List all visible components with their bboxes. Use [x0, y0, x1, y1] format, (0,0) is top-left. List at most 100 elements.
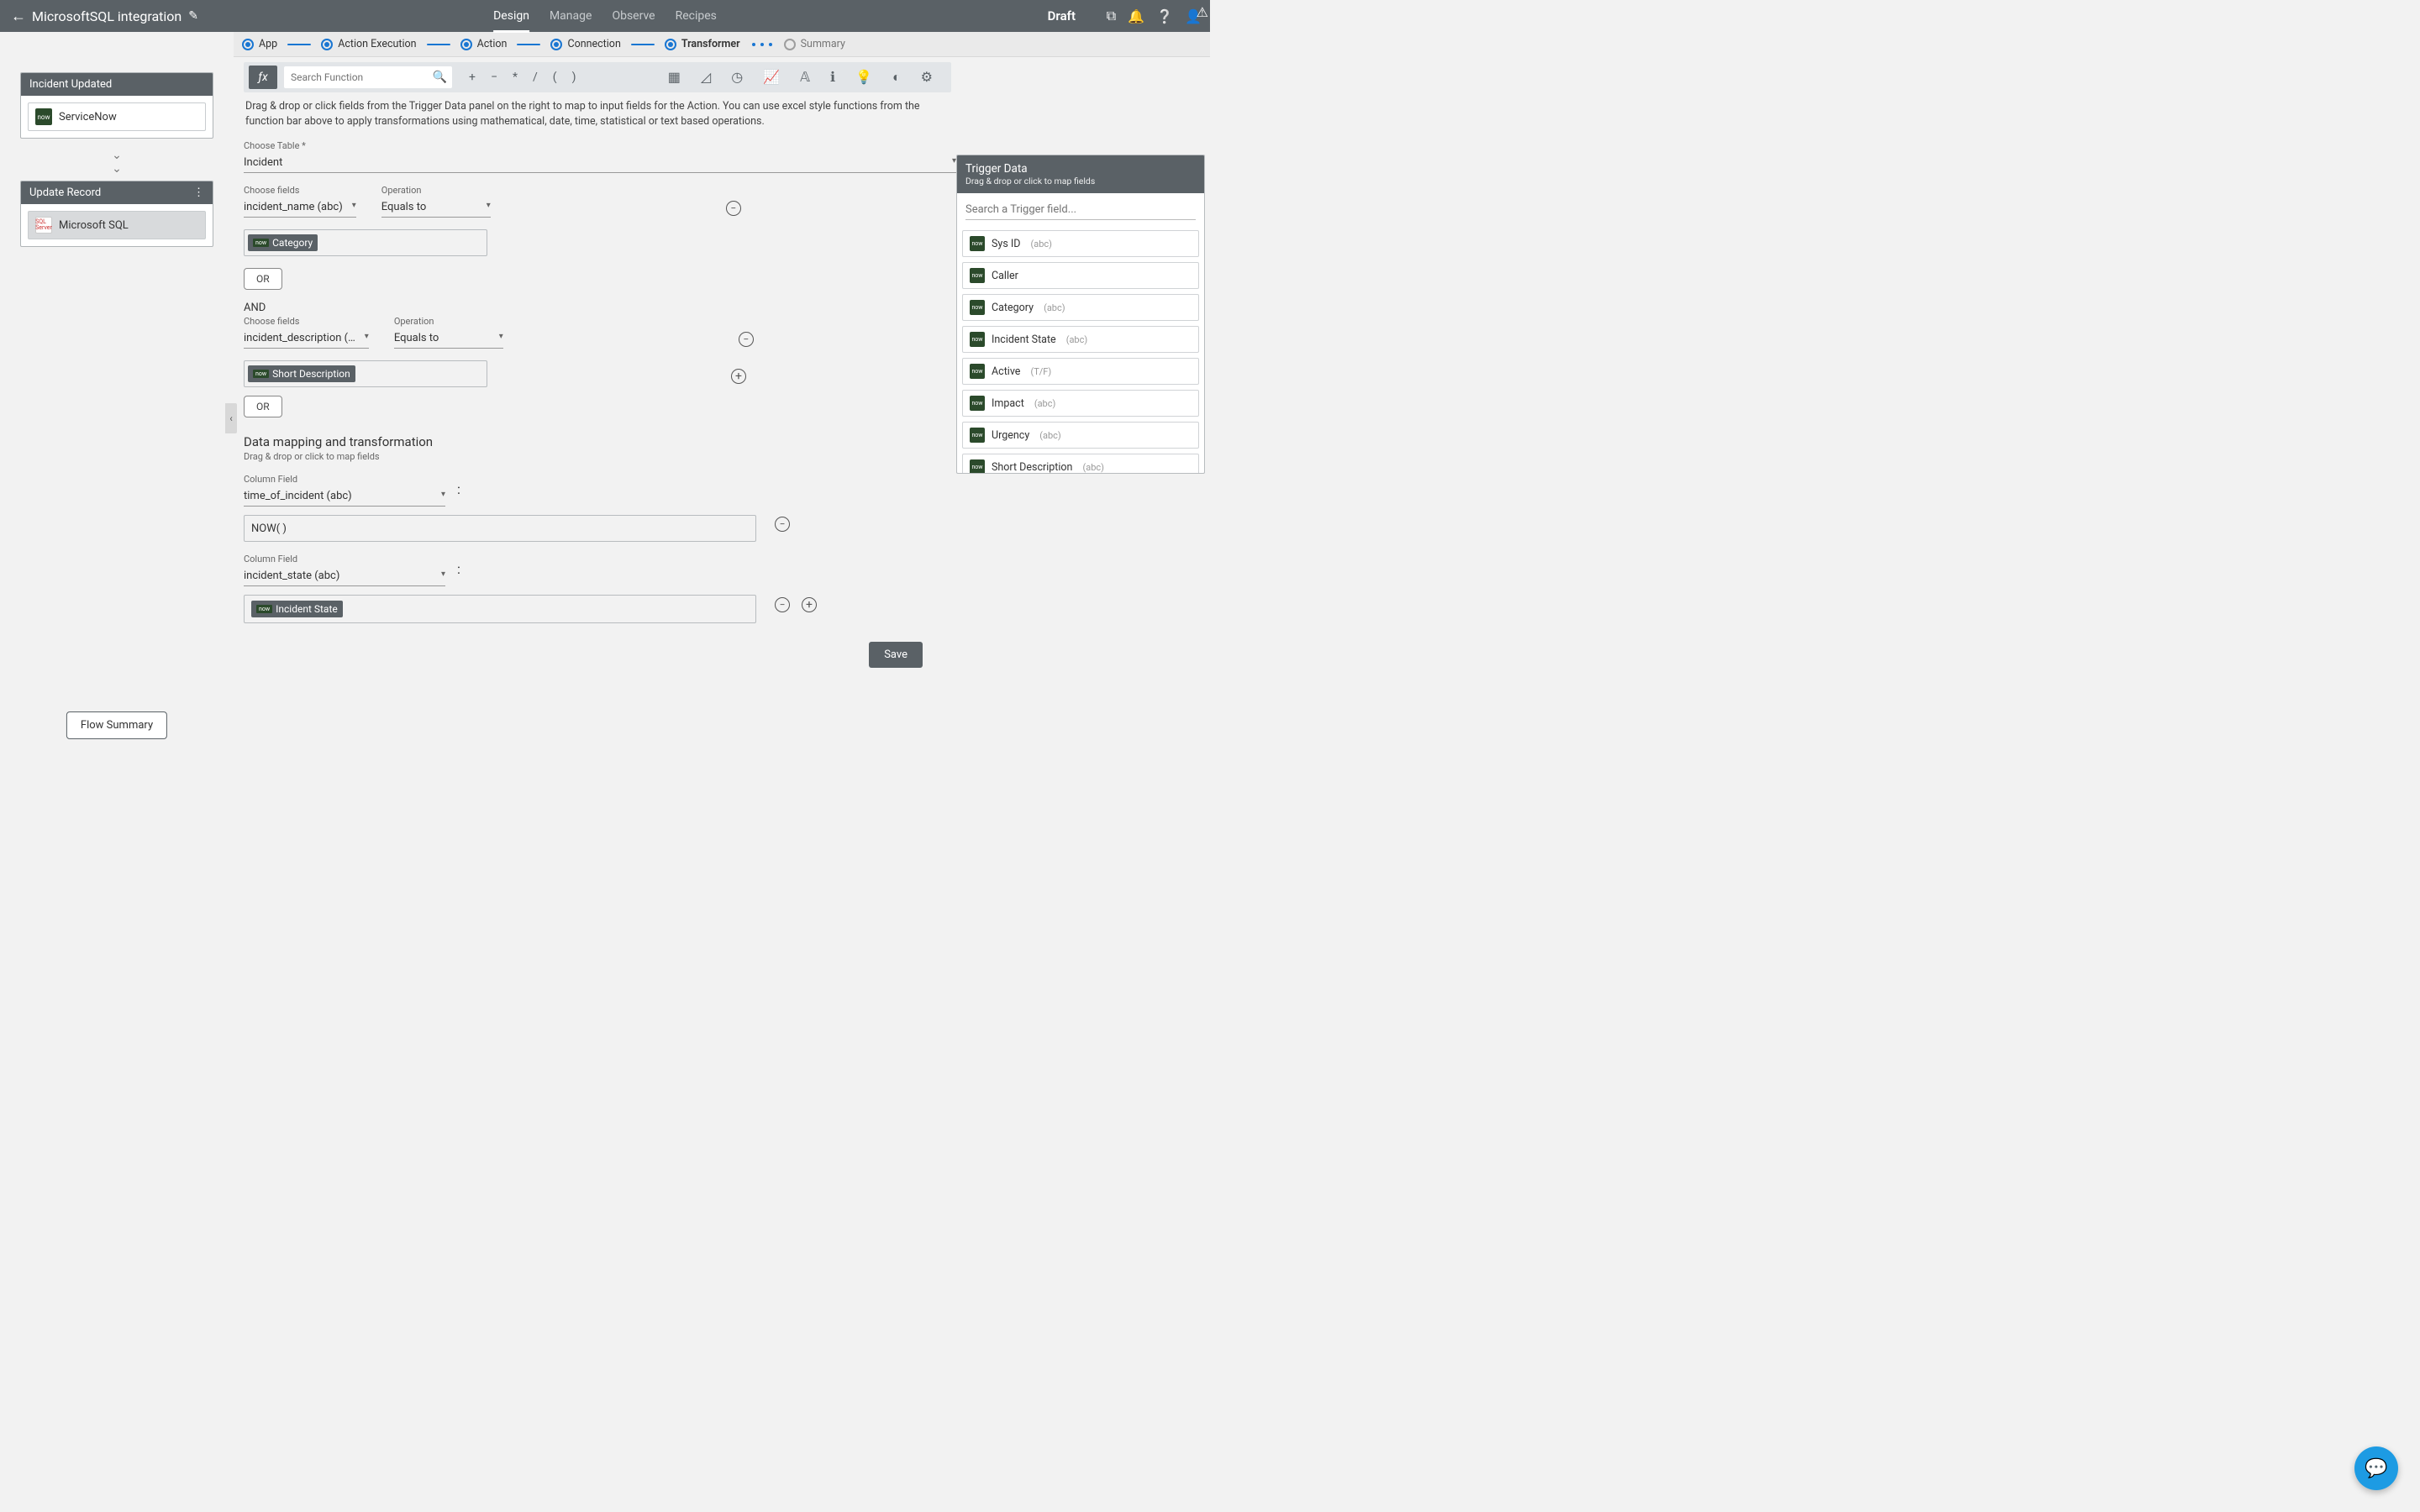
servicenow-icon: now [970, 396, 985, 411]
cond1-choose-fields-label: Choose fields [244, 185, 356, 196]
help-text: Drag & drop or click fields from the Tri… [245, 99, 948, 129]
trigger-card-head[interactable]: Incident Updated [21, 73, 213, 96]
map2-column-select[interactable]: incident_state (abc) [244, 566, 445, 586]
op-rparen[interactable]: ) [572, 71, 576, 84]
trigger-field-sys-id[interactable]: nowSys ID(abc) [962, 230, 1199, 257]
edit-icon[interactable]: ✎ [188, 9, 198, 23]
or-button-1[interactable]: OR [244, 268, 282, 290]
map1-column-select[interactable]: time_of_incident (abc) [244, 486, 445, 507]
tab-observe-label: Observe [612, 9, 655, 23]
mssql-icon: SQLServer [35, 217, 52, 234]
gears-icon[interactable]: ⚙ [921, 69, 933, 86]
math-icon[interactable]: ▦ [668, 69, 681, 86]
tab-recipes[interactable]: Recipes [676, 0, 717, 32]
trigger-field-urgency[interactable]: nowUrgency(abc) [962, 422, 1199, 449]
cond2-remove-button[interactable]: − [739, 332, 754, 347]
gauge-icon[interactable]: ◐ [892, 69, 901, 86]
action-card: Update Record ⋮ SQLServer Microsoft SQL [20, 181, 213, 247]
lightbulb-icon[interactable]: 💡 [855, 69, 872, 86]
step-connection[interactable]: Connection [550, 38, 620, 50]
trigger-card: Incident Updated now ServiceNow [20, 72, 213, 139]
function-search[interactable]: 🔍 [284, 66, 452, 88]
cond1-operation-select[interactable]: Equals to [381, 197, 491, 218]
trigger-field-label: Impact [992, 397, 1024, 410]
step-app[interactable]: App [242, 38, 277, 50]
more-icon[interactable]: ⋮ [193, 186, 204, 199]
open-external-icon[interactable]: ⧉ [1107, 8, 1116, 24]
cond2-chip-label: Short Description [272, 368, 350, 380]
trigger-search-input[interactable] [965, 200, 1196, 219]
trigger-field-caller[interactable]: nowCaller [962, 262, 1199, 289]
trigger-field-label: Short Description [992, 461, 1072, 474]
trigger-field-type: (abc) [1066, 334, 1088, 345]
step-summary[interactable]: Summary [784, 38, 845, 50]
or-button-2[interactable]: OR [244, 396, 282, 417]
trigger-data-panel: Trigger Data Drag & drop or click to map… [956, 155, 1205, 474]
add-mapping-button[interactable]: + [802, 597, 817, 612]
function-search-input[interactable] [289, 71, 433, 84]
op-mult[interactable]: * [513, 71, 518, 84]
map1-value-input[interactable]: NOW( ) [244, 515, 756, 542]
tab-observe[interactable]: Observe [612, 0, 655, 32]
flow-direction-icon: ⌄⌄ [20, 149, 213, 176]
status-draft: Draft [1048, 8, 1076, 24]
servicenow-icon: now [253, 370, 269, 378]
page-title: MicrosoftSQL integration [32, 8, 182, 24]
cond2-chip[interactable]: now Short Description [248, 365, 355, 382]
step-action-label: Action [477, 38, 508, 50]
stats-icon[interactable]: ◿ [701, 69, 711, 86]
op-plus[interactable]: + [469, 71, 476, 84]
action-card-head[interactable]: Update Record ⋮ [21, 181, 213, 204]
chart-icon[interactable]: 📈 [763, 69, 780, 86]
op-div[interactable]: / [533, 71, 538, 84]
flow-summary-button[interactable]: Flow Summary [66, 711, 167, 739]
trigger-field-incident-state[interactable]: nowIncident State(abc) [962, 326, 1199, 353]
trigger-field-impact[interactable]: now Impact (abc) [962, 390, 1199, 417]
op-lparen[interactable]: ( [553, 71, 557, 84]
map2-chip[interactable]: now Incident State [251, 601, 343, 617]
op-minus[interactable]: − [491, 71, 497, 84]
trigger-field-type: (abc) [1034, 398, 1056, 409]
and-label: AND [244, 302, 956, 314]
cond2-value-input[interactable]: now Short Description [244, 360, 487, 387]
help-icon[interactable]: ❔ [1156, 8, 1173, 24]
topbar-right-icons: ⧉ 🔔 ❔ 👤 ⚠ [1107, 8, 1202, 24]
chat-fab[interactable]: 💬 [2354, 1446, 2398, 1490]
function-bar: ƒx 🔍 + − * / ( ) ▦ ◿ ◷ 📈 [244, 62, 951, 92]
bell-icon[interactable]: 🔔 [1128, 8, 1144, 24]
map2-value-input[interactable]: now Incident State [244, 595, 756, 623]
step-action[interactable]: Action [460, 38, 508, 50]
step-action-execution[interactable]: Action Execution [321, 38, 416, 50]
time-icon[interactable]: ◷ [731, 69, 743, 86]
cond2-operation-select[interactable]: Equals to [394, 328, 503, 349]
trigger-field-short-description[interactable]: nowShort Description(abc) [962, 454, 1199, 473]
back-arrow-icon[interactable]: ← [8, 8, 29, 25]
save-button[interactable]: Save [869, 642, 923, 668]
map2-remove-button[interactable]: − [775, 597, 790, 612]
tab-manage[interactable]: Manage [550, 0, 592, 32]
cond1-value-input[interactable]: now Category [244, 229, 487, 256]
add-condition-button[interactable]: + [731, 369, 746, 384]
fx-icon[interactable]: ƒx [249, 66, 277, 89]
map1-remove-button[interactable]: − [775, 517, 790, 532]
trigger-field-active[interactable]: nowActive(T/F) [962, 358, 1199, 385]
trigger-field-label: Sys ID [992, 238, 1021, 250]
text-icon[interactable]: 𝔸 [800, 69, 810, 86]
action-node-mssql[interactable]: SQLServer Microsoft SQL [28, 211, 206, 239]
step-app-label: App [259, 38, 277, 50]
cond1-chip[interactable]: now Category [248, 234, 318, 251]
trigger-node-servicenow[interactable]: now ServiceNow [28, 102, 206, 131]
choose-table-select[interactable]: Incident [244, 153, 956, 173]
user-avatar[interactable]: 👤 ⚠ [1185, 8, 1202, 24]
info-icon[interactable]: ℹ [830, 69, 835, 86]
cond1-remove-button[interactable]: − [726, 201, 741, 216]
tab-design[interactable]: Design [493, 0, 529, 32]
search-icon[interactable]: 🔍 [433, 71, 447, 84]
trigger-field-list[interactable]: nowSys ID(abc) nowCaller nowCategory(abc… [957, 225, 1204, 473]
step-connector [427, 44, 450, 45]
tab-manage-label: Manage [550, 9, 592, 23]
cond2-field-select[interactable]: incident_description (… [244, 328, 369, 349]
trigger-field-category[interactable]: nowCategory(abc) [962, 294, 1199, 321]
cond1-field-select[interactable]: incident_name (abc) [244, 197, 356, 218]
step-transformer[interactable]: Transformer [665, 38, 740, 50]
